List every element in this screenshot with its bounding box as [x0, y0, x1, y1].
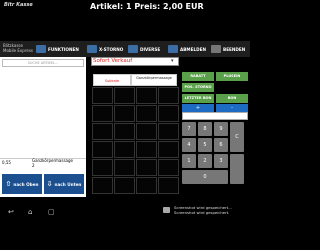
key-2[interactable]: 2 [198, 154, 212, 168]
key-0[interactable]: 0 [182, 170, 228, 184]
discount-button[interactable]: RABATT [182, 72, 214, 81]
product-grid-cell[interactable] [136, 141, 157, 158]
product-grid-cell[interactable] [158, 87, 179, 104]
product-grid-cell[interactable] [114, 177, 135, 194]
position-storno-button[interactable]: POS. STORNO [182, 83, 214, 92]
product-grid-cell[interactable] [158, 177, 179, 194]
functions-label: FUNKTIONEN [48, 46, 79, 52]
key-clear[interactable]: C [230, 122, 244, 152]
chevron-down-icon: ▾ [171, 58, 174, 64]
exit-button[interactable]: BEENDEN [211, 43, 245, 55]
key-3[interactable]: 3 [214, 154, 228, 168]
product-grid-cell[interactable] [158, 123, 179, 140]
product-grid-cell[interactable] [158, 141, 179, 158]
selected-item-name: Ganzkörpermassage [32, 158, 73, 163]
x-storno-icon [87, 45, 97, 53]
product-grid-cell[interactable] [158, 105, 179, 122]
product-grid-cell[interactable] [136, 159, 157, 176]
product-grid-cell[interactable] [114, 123, 135, 140]
logout-icon [168, 45, 178, 53]
key-8[interactable]: 8 [198, 122, 212, 136]
product-tab[interactable]: Ganzkörpermassage [131, 74, 177, 86]
product-grid-cell[interactable] [114, 87, 135, 104]
cart-summary: Artikel: 1 Preis: 2,00 EUR [90, 2, 204, 11]
grid-icon [36, 45, 46, 53]
notification-text: Screenshot wird gespeichert... Screensho… [174, 205, 232, 215]
key-1[interactable]: 1 [182, 154, 196, 168]
selected-item-quantity: 2 [32, 163, 35, 168]
key-6[interactable]: 6 [214, 138, 228, 152]
product-grid-cell[interactable] [92, 123, 113, 140]
key-7[interactable]: 7 [182, 122, 196, 136]
x-storno-label: X-STORNO [99, 46, 124, 52]
receipt-button[interactable]: BON [216, 94, 248, 103]
logout-button[interactable]: ABMELDEN [168, 43, 206, 55]
sale-mode-value: Sofort Verkauf [93, 58, 133, 64]
product-grid-cell[interactable] [92, 105, 113, 122]
app-logo: Bitr Kasse [4, 2, 33, 8]
screenshot-icon [163, 207, 170, 213]
product-grid-cell[interactable] [114, 159, 135, 176]
logout-label: ABMELDEN [180, 46, 206, 52]
app-title: Blitzkasse Mobile Express [3, 43, 33, 53]
key-4[interactable]: 4 [182, 138, 196, 152]
product-grid-cell[interactable] [136, 177, 157, 194]
back-icon[interactable]: ↩ [8, 208, 14, 216]
subcategory-tab[interactable]: Subkate [93, 74, 131, 86]
cart-count: 0,55 [2, 160, 11, 165]
key-9[interactable]: 9 [214, 122, 228, 136]
amount-display [182, 112, 248, 120]
diverse-button[interactable]: DIVERSE [128, 43, 160, 55]
minus-button[interactable]: - [216, 104, 248, 112]
diverse-label: DIVERSE [140, 46, 161, 52]
enter-key[interactable] [230, 154, 244, 184]
functions-button[interactable]: FUNKTIONEN [36, 43, 79, 55]
key-5[interactable]: 5 [198, 138, 212, 152]
notification-line2: Screenshot wird gespeichert. [174, 210, 230, 215]
product-grid-cell[interactable] [114, 141, 135, 158]
plus-in-button[interactable]: PLUSEIN [216, 72, 248, 81]
exit-label: BEENDEN [223, 46, 246, 52]
product-grid-cell[interactable] [92, 141, 113, 158]
power-icon [211, 45, 221, 53]
home-icon[interactable]: ⌂ [28, 208, 32, 216]
scroll-up-button[interactable]: ⇧ nach Oben [2, 174, 42, 194]
arrow-down-icon: ⇩ [46, 180, 53, 188]
diverse-icon [128, 45, 138, 53]
product-grid-cell[interactable] [114, 105, 135, 122]
recent-apps-icon[interactable]: ▢ [48, 208, 55, 216]
product-grid-cell[interactable] [92, 177, 113, 194]
product-grid-cell[interactable] [136, 105, 157, 122]
product-grid-cell[interactable] [136, 123, 157, 140]
product-grid-cell[interactable] [136, 87, 157, 104]
arrow-up-icon: ⇧ [5, 180, 12, 188]
app-title-line2: Mobile Express [3, 48, 34, 53]
search-input[interactable]: SUCHE ARTIKEL... [2, 59, 84, 67]
product-grid-cell[interactable] [92, 87, 113, 104]
product-grid-cell[interactable] [158, 159, 179, 176]
scroll-down-button[interactable]: ⇩ nach Unten [44, 174, 84, 194]
scroll-down-label: nach Unten [54, 181, 82, 187]
plus-button[interactable]: + [182, 104, 214, 112]
x-storno-button[interactable]: X-STORNO [87, 43, 123, 55]
scroll-up-label: nach Oben [13, 181, 39, 187]
product-grid-cell[interactable] [92, 159, 113, 176]
last-receipt-button[interactable]: LETZTER BON [182, 94, 214, 103]
